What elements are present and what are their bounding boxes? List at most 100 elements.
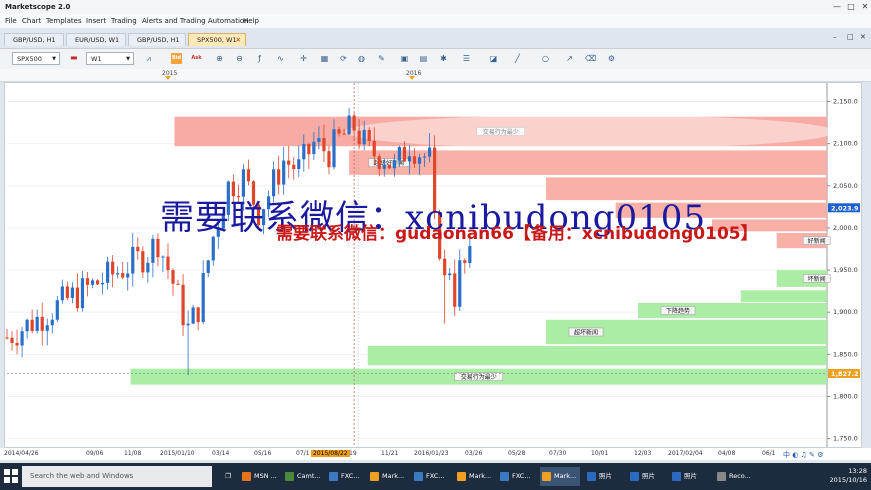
menu-templates[interactable]: Templates (46, 17, 82, 25)
candle-body (90, 280, 95, 285)
candle-body (302, 144, 306, 160)
system-tray[interactable]: 中 ◐ ♫ ✎ ⚙ (783, 450, 823, 460)
zoom-in-icon[interactable]: ⊕ (214, 53, 225, 64)
panel-maximize-button[interactable]: □ (847, 33, 854, 41)
taskbar-app-0[interactable]: MSN ... (240, 467, 280, 486)
taskbar-app-5[interactable]: Mark... (455, 467, 495, 486)
oscillator-icon[interactable]: ∿ (275, 53, 286, 64)
menu-insert[interactable]: Insert (86, 17, 106, 25)
app-label: Mark... (382, 472, 405, 480)
taskbar-app-8[interactable]: 照片 (585, 467, 625, 486)
arrow-icon[interactable]: ↗ (564, 53, 575, 64)
candle-body (146, 262, 150, 273)
tab-gbpusd-h1-2[interactable]: GBP/USD, H1 (128, 33, 186, 46)
candle-body (297, 159, 301, 169)
candle-body (121, 273, 125, 278)
candle-body (35, 316, 39, 331)
watermark-sub: 需要联系微信：gudaonan66【备用：xcnibudong0105】 (276, 224, 758, 244)
candle-body (25, 319, 29, 332)
zone-label: 超坏新闻 (574, 328, 598, 336)
taskbar-app-4[interactable]: FXC... (412, 467, 452, 486)
crosshair-icon[interactable]: ✛ (298, 53, 309, 64)
table-icon[interactable]: ▦ (319, 53, 330, 64)
globe-icon[interactable]: ◍ (356, 53, 367, 64)
menu-file[interactable]: File (5, 17, 17, 25)
taskbar-clock[interactable]: 13:28 2015/10/16 (830, 467, 867, 485)
taskbar-app-11[interactable]: Reco... (715, 467, 755, 486)
year-marker (165, 76, 171, 80)
lines-icon[interactable]: ☰ (461, 53, 472, 64)
shapes-icon[interactable]: ◪ (488, 53, 499, 64)
candle-body (448, 273, 452, 276)
taskbar-search-input[interactable]: Search the web and Windows (22, 466, 212, 487)
x-tick-label: 05/28 (508, 450, 526, 457)
close-button[interactable]: ✕ (859, 2, 871, 12)
taskbar-app-10[interactable]: 照片 (670, 467, 710, 486)
menu-trading[interactable]: Trading (111, 17, 137, 25)
candle-body (292, 164, 296, 169)
image-icon[interactable]: ▣ (399, 53, 410, 64)
ask-button[interactable]: Ask (191, 53, 202, 64)
candle-body (191, 307, 195, 324)
title-bar: Marketscope 2.0 — □ ✕ (0, 0, 871, 15)
taskbar-app-1[interactable]: Camt... (283, 467, 323, 486)
menu-help[interactable]: Help (243, 17, 259, 25)
candle-body (246, 169, 251, 182)
x-tick-label: 03/26 (465, 450, 483, 457)
panel-close-button[interactable]: ✕ (860, 33, 866, 41)
tab-label: GBP/USD, H1 (13, 36, 56, 44)
window-title: Marketscope 2.0 (5, 3, 71, 11)
price-label: 2,023.9 (831, 204, 859, 212)
tab-spx500-w1[interactable]: SPX500, W1 ✕ (188, 33, 246, 46)
chart-canvas[interactable]: 2,150.0 2,100.0 2,050.0 2,000.0 1,950.0 1,900… (5, 83, 861, 447)
price-label: 1,827.2 (831, 370, 859, 378)
candle-body (40, 316, 44, 331)
tools-icon[interactable]: ✱ (438, 53, 449, 64)
refresh-icon[interactable]: ⟳ (338, 53, 349, 64)
menu-chart[interactable]: Chart (22, 17, 41, 25)
zone-rect (367, 345, 827, 366)
candle-body (5, 337, 9, 339)
candle-body (181, 284, 185, 326)
tab-gbpusd-h1[interactable]: GBP/USD, H1 (4, 33, 64, 46)
layout-icon[interactable]: ▤ (418, 53, 429, 64)
tab-eurusd-w1[interactable]: EUR/USD, W1 (66, 33, 126, 46)
taskbar-app-3[interactable]: Mark... (368, 467, 408, 486)
taskbar-app-2[interactable]: FXC... (327, 467, 367, 486)
settings-icon[interactable]: ⚙ (606, 53, 617, 64)
timeline-bar[interactable]: 2015 2016 (0, 69, 871, 82)
zone-label: 坏新闻 (808, 275, 826, 283)
maximize-button[interactable]: □ (845, 2, 857, 12)
zoom-out-icon[interactable]: ⊖ (234, 53, 245, 64)
taskbar-app-6[interactable]: FXC... (498, 467, 538, 486)
task-view-icon[interactable]: ❐ (219, 467, 237, 486)
candle-body (106, 261, 110, 283)
circle-icon[interactable]: ○ (540, 53, 551, 64)
pencil-icon[interactable]: ✎ (376, 53, 387, 64)
close-tab-icon[interactable]: ✕ (236, 34, 241, 47)
y-tick-label: 2,150.0 (833, 98, 858, 106)
taskbar-app-9[interactable]: 照片 (628, 467, 668, 486)
menu-alerts[interactable]: Alerts and Trading Automation (142, 17, 249, 25)
instrument-select[interactable]: SPX500 ▼ (12, 52, 60, 65)
candle-body (206, 260, 210, 273)
candle-body (50, 319, 54, 326)
chevron-down-icon: ▼ (126, 56, 130, 62)
chart-type-icon[interactable]: ⩘ (143, 53, 154, 64)
price-chart[interactable]: 2,150.0 2,100.0 2,050.0 2,000.0 1,950.0 1,900… (4, 82, 862, 448)
x-tick-label: 2015/01/10 (160, 450, 195, 457)
panel-minimize-button[interactable]: – (833, 33, 837, 41)
timeframe-select[interactable]: W1 ▼ (86, 52, 134, 65)
trendline-icon[interactable]: ╱ (512, 53, 523, 64)
x-tick-label: 04/08 (718, 450, 736, 457)
menu-bar: File Chart Templates Insert Trading Aler… (0, 14, 871, 28)
chart-color-select[interactable]: ▬ (66, 52, 82, 65)
indicator-icon[interactable]: ƒ (254, 53, 265, 64)
taskbar-app-7[interactable]: Mark... (540, 467, 580, 486)
candle-body (402, 147, 407, 162)
eraser-icon[interactable]: ⌫ (585, 53, 596, 64)
windows-start-icon[interactable] (4, 469, 18, 483)
bid-button[interactable]: Bid (171, 53, 182, 64)
app-icon (717, 472, 726, 481)
minimize-button[interactable]: — (831, 2, 843, 12)
